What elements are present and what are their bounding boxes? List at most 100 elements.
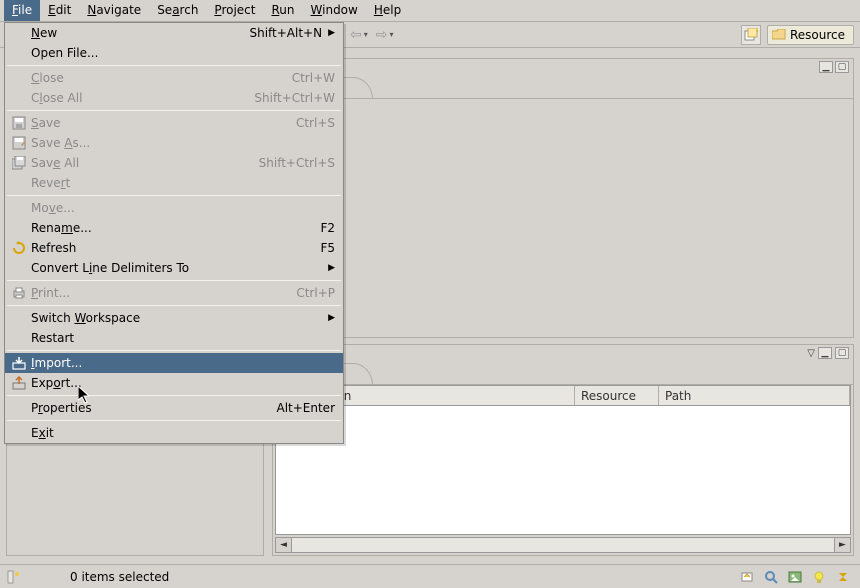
scroll-left-button[interactable]: ◄ [276, 538, 292, 552]
file-menu-close: CloseCtrl+W [5, 68, 343, 88]
menu-item-label: Convert Line Delimiters To [29, 261, 322, 275]
maximize-bottom-button[interactable]: ▢ [835, 347, 849, 359]
menu-item-shortcut: Ctrl+P [296, 286, 335, 300]
problems-table[interactable]: Description Resource Path [275, 385, 851, 535]
tray-tip-icon[interactable] [810, 568, 828, 586]
menu-item-shortcut: Ctrl+S [296, 116, 335, 130]
menubar: FileEditNavigateSearchProjectRunWindowHe… [0, 0, 860, 22]
file-menu-save-as: Save As... [5, 133, 343, 153]
submenu-arrow-icon: ▶ [328, 263, 335, 273]
file-menu-open-file[interactable]: Open File... [5, 43, 343, 63]
scroll-right-button[interactable]: ► [834, 538, 850, 552]
submenu-arrow-icon: ▶ [328, 313, 335, 323]
menu-item-shortcut: Shift+Alt+N [249, 26, 322, 40]
menu-item-label: Close All [29, 91, 254, 105]
tray-updates-icon[interactable] [738, 568, 756, 586]
file-menu-switch-workspace[interactable]: Switch Workspace ▶ [5, 308, 343, 328]
file-menu-save-all: Save AllShift+Ctrl+S [5, 153, 343, 173]
perspective-resource-button[interactable]: Resource [767, 25, 854, 45]
file-menu-exit[interactable]: Exit [5, 423, 343, 443]
menu-file[interactable]: File [4, 0, 40, 21]
blank-icon [9, 45, 29, 61]
menu-item-label: Save As... [29, 136, 335, 150]
tray-image-icon[interactable] [786, 568, 804, 586]
menu-window[interactable]: Window [303, 0, 366, 21]
file-menu-refresh[interactable]: RefreshF5 [5, 238, 343, 258]
menu-navigate[interactable]: Navigate [79, 0, 149, 21]
menu-item-label: New [29, 26, 249, 40]
file-menu-rename[interactable]: Rename...F2 [5, 218, 343, 238]
file-menu-export[interactable]: Export... [5, 373, 343, 393]
refresh-icon [9, 240, 29, 256]
save-icon [9, 115, 29, 131]
status-icon [6, 569, 22, 585]
nav-forward-icon[interactable]: ⇨ ▾ [376, 27, 394, 43]
editor-tab-bar [273, 77, 853, 99]
column-resource[interactable]: Resource [575, 386, 659, 405]
file-menu-print: Print...Ctrl+P [5, 283, 343, 303]
menu-item-label: Properties [29, 401, 276, 415]
file-menu-save: SaveCtrl+S [5, 113, 343, 133]
minimize-bottom-button[interactable]: ▁ [818, 347, 832, 359]
menu-item-label: Import... [29, 356, 335, 370]
menu-separator [7, 420, 341, 421]
blank-icon [9, 220, 29, 236]
file-menu-revert: Revert [5, 173, 343, 193]
perspective-label: Resource [790, 28, 845, 42]
maximize-view-button[interactable]: ▢ [835, 61, 849, 73]
tray-collapse-icon[interactable] [834, 568, 852, 586]
blank-icon [9, 25, 29, 41]
menu-item-label: Save [29, 116, 296, 130]
menu-item-label: Switch Workspace [29, 311, 322, 325]
submenu-arrow-icon: ▶ [328, 28, 335, 38]
menu-search[interactable]: Search [149, 0, 206, 21]
view-menu-icon[interactable]: ▽ [807, 348, 815, 359]
file-menu-import[interactable]: Import... [5, 353, 343, 373]
blank-icon [9, 425, 29, 441]
blank-icon [9, 310, 29, 326]
menu-item-shortcut: Shift+Ctrl+S [259, 156, 335, 170]
minimize-view-button[interactable]: ▁ [819, 61, 833, 73]
nav-back-icon[interactable]: ⇦ ▾ [350, 27, 368, 43]
blank-icon [9, 330, 29, 346]
file-menu-restart[interactable]: Restart [5, 328, 343, 348]
menu-project[interactable]: Project [206, 0, 263, 21]
saveas-icon [9, 135, 29, 151]
menu-separator [7, 280, 341, 281]
menu-item-label: Export... [29, 376, 335, 390]
menu-item-label: Move... [29, 201, 335, 215]
open-perspective-button[interactable]: + [741, 25, 761, 45]
file-menu-new[interactable]: NewShift+Alt+N ▶ [5, 23, 343, 43]
status-text: 0 items selected [70, 570, 169, 584]
tray-search-icon[interactable] [762, 568, 780, 586]
menu-separator [7, 395, 341, 396]
menu-item-shortcut: F2 [320, 221, 335, 235]
menu-run[interactable]: Run [263, 0, 302, 21]
blank-icon [9, 260, 29, 276]
menu-item-label: Refresh [29, 241, 320, 255]
file-menu-convert-line-delimiters-to[interactable]: Convert Line Delimiters To ▶ [5, 258, 343, 278]
file-menu-dropdown: NewShift+Alt+N ▶ Open File... CloseCtrl+W Cl… [4, 22, 344, 444]
problems-view: ▽ ▁ ▢ Description Resource Path ◄ ► [272, 344, 854, 556]
status-bar: 0 items selected [0, 564, 860, 588]
import-icon [9, 355, 29, 371]
status-tray [738, 568, 854, 586]
menu-separator [7, 110, 341, 111]
menu-item-label: Exit [29, 426, 335, 440]
menu-item-shortcut: Alt+Enter [276, 401, 335, 415]
menu-item-label: Open File... [29, 46, 335, 60]
menu-item-label: Save All [29, 156, 259, 170]
menu-item-label: Rename... [29, 221, 320, 235]
svg-text:+: + [755, 28, 758, 38]
saveall-icon [9, 155, 29, 171]
print-icon [9, 285, 29, 301]
menu-item-label: Print... [29, 286, 296, 300]
menu-help[interactable]: Help [366, 0, 409, 21]
menu-edit[interactable]: Edit [40, 0, 79, 21]
menu-item-shortcut: Shift+Ctrl+W [254, 91, 335, 105]
file-menu-properties[interactable]: PropertiesAlt+Enter [5, 398, 343, 418]
horizontal-scrollbar[interactable]: ◄ ► [275, 537, 851, 553]
blank-icon [9, 175, 29, 191]
export-icon [9, 375, 29, 391]
column-path[interactable]: Path [659, 386, 850, 405]
